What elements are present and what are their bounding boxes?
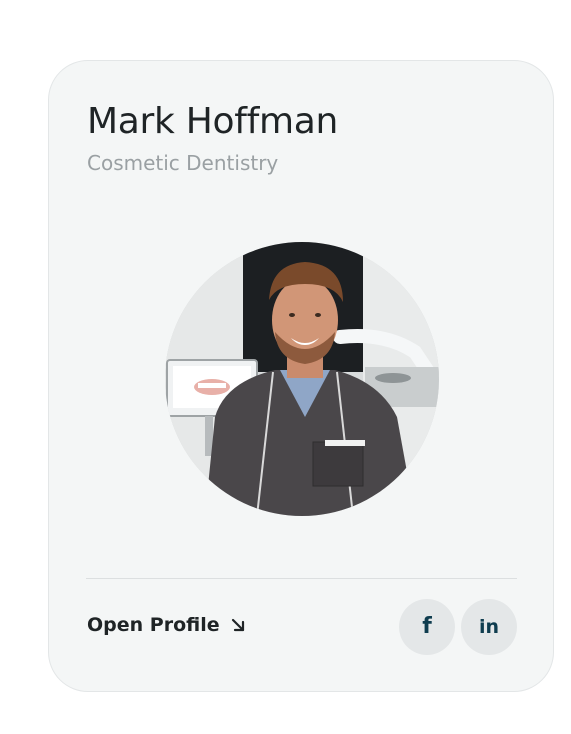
- open-profile-label: Open Profile: [87, 614, 220, 636]
- profile-photo: [165, 242, 439, 516]
- linkedin-button[interactable]: in: [461, 599, 517, 655]
- profile-name: Mark Hoffman: [87, 101, 339, 142]
- open-profile-link[interactable]: Open Profile: [87, 614, 246, 636]
- profile-card: Mark Hoffman Cosmetic Dentistry Open Pro…: [48, 60, 554, 692]
- arrow-down-right-icon: [230, 617, 246, 633]
- linkedin-icon: in: [478, 615, 500, 638]
- profile-specialty: Cosmetic Dentistry: [87, 151, 279, 175]
- facebook-icon: f: [422, 614, 432, 639]
- card-divider: [86, 578, 517, 579]
- facebook-button[interactable]: f: [399, 599, 455, 655]
